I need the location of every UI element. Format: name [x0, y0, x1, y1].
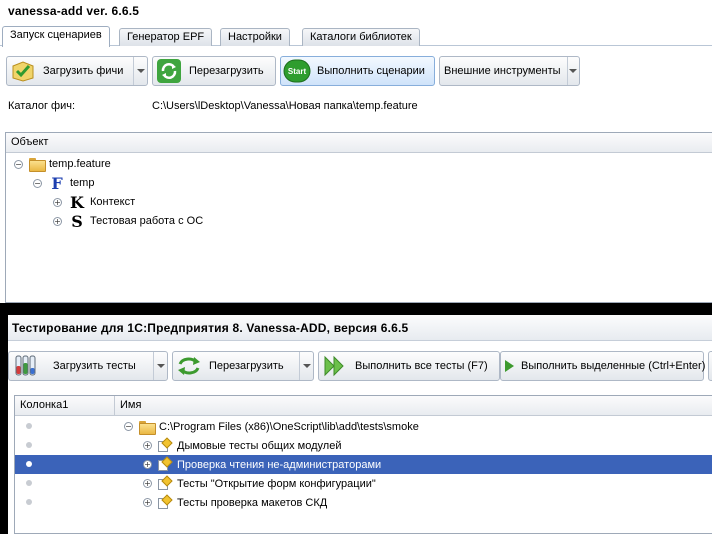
reload-tests-button[interactable]: Перезагрузить — [172, 351, 314, 381]
test-row-label: Дымовые тесты общих модулей — [177, 439, 342, 452]
run-selected-tests-button[interactable]: Выполнить выделенные (Ctrl+Enter) — [500, 351, 705, 381]
test-row-label: Проверка чтения не-администраторами — [177, 458, 382, 471]
tab-epf-generator[interactable]: Генератор EPF — [119, 28, 213, 46]
test-module-icon — [156, 436, 173, 454]
test-module-icon — [156, 474, 173, 492]
expand-icon[interactable]: + — [143, 441, 152, 450]
expand-icon[interactable]: + — [143, 498, 152, 507]
test-row[interactable]: + Тесты проверка макетов СКД — [15, 493, 712, 512]
load-features-dropdown[interactable] — [133, 57, 147, 85]
tree-node-label: temp — [70, 177, 95, 189]
status-dot — [26, 461, 32, 467]
main-toolbar: Загрузить фичи Перезагрузить Start Выпол… — [0, 56, 712, 92]
run-all-tests-label: Выполнить все тесты (F7) — [355, 360, 488, 372]
divider — [0, 303, 712, 311]
test-row-label: Тесты "Открытие форм конфигурации" — [177, 477, 376, 490]
feature-icon: F — [51, 173, 63, 193]
window-title: Тестирование для 1С:Предприятия 8. Vanes… — [8, 315, 712, 341]
toolbar-overflow-button[interactable] — [708, 351, 712, 381]
run-selected-tests-label: Выполнить выделенные (Ctrl+Enter) — [521, 360, 706, 372]
scenario-icon: S — [71, 211, 83, 231]
collapse-icon[interactable]: − — [14, 159, 23, 169]
expand-icon[interactable]: + — [143, 479, 152, 488]
tree-node-feature[interactable]: − F temp — [33, 173, 95, 193]
run-all-tests-button[interactable]: Выполнить все тесты (F7) — [318, 351, 500, 381]
test-row[interactable]: + Тесты "Открытие форм конфигурации" — [15, 474, 712, 493]
reload-tests-dropdown[interactable] — [299, 352, 313, 380]
test-row[interactable]: + Дымовые тесты общих модулей — [15, 436, 712, 455]
tab-settings[interactable]: Настройки — [220, 28, 290, 46]
tests-tree: Колонка1 Имя − C:\Program Files (x86)\On… — [14, 395, 712, 534]
tree-node-root[interactable]: − temp.feature — [14, 155, 111, 173]
tree-node-label: temp.feature — [49, 158, 111, 170]
column-header-object[interactable]: Объект — [6, 133, 712, 153]
column-header-name[interactable]: Имя — [115, 396, 146, 415]
collapse-icon[interactable]: − — [124, 422, 133, 431]
folder-icon — [28, 157, 46, 172]
column-header-kolonka1[interactable]: Колонка1 — [15, 396, 115, 415]
test-row-selected[interactable]: + Проверка чтения не-администраторами — [15, 455, 712, 474]
start-icon: Start — [283, 58, 311, 84]
load-features-label: Загрузить фичи — [43, 65, 124, 77]
test-module-icon — [156, 493, 173, 511]
feature-tree: Объект − temp.feature − F temp + K Конте… — [5, 132, 712, 303]
tree-node-context[interactable]: + K Контекст — [53, 192, 136, 212]
status-dot — [26, 442, 32, 448]
tree-node-root[interactable]: − C:\Program Files (x86)\OneScript\lib\a… — [15, 417, 712, 436]
expand-icon[interactable]: + — [143, 460, 152, 469]
reload-button[interactable]: Перезагрузить — [152, 56, 276, 86]
load-features-icon — [9, 58, 37, 84]
folder-icon — [138, 420, 156, 435]
collapse-icon[interactable]: − — [33, 178, 42, 188]
run-all-icon — [321, 353, 349, 379]
external-tools-button[interactable]: Внешние инструменты — [439, 56, 580, 86]
expand-icon[interactable]: + — [53, 216, 62, 226]
testing-toolbar: Загрузить тесты Перезагрузить Выполнить … — [8, 351, 712, 385]
chevron-down-icon — [136, 69, 145, 73]
tree-node-label: C:\Program Files (x86)\OneScript\lib\add… — [159, 420, 419, 433]
load-features-button[interactable]: Загрузить фичи — [6, 56, 148, 86]
vanessa-add-window: vanessa-add ver. 6.6.5 Запуск сценариев … — [0, 0, 712, 303]
testing-window: Тестирование для 1С:Предприятия 8. Vanes… — [8, 315, 712, 534]
run-scenarios-label: Выполнить сценарии — [317, 65, 425, 77]
tab-library-catalogs[interactable]: Каталоги библиотек — [302, 28, 420, 46]
test-row-label: Тесты проверка макетов СКД — [177, 496, 328, 509]
start-badge-text: Start — [288, 67, 307, 76]
load-tests-dropdown[interactable] — [153, 352, 167, 380]
tab-run-scenarios[interactable]: Запуск сценариев — [2, 26, 110, 47]
chevron-down-icon — [569, 69, 578, 73]
run-scenarios-button[interactable]: Start Выполнить сценарии — [280, 56, 435, 86]
tests-tree-header: Колонка1 Имя — [15, 396, 712, 416]
reload-tests-label: Перезагрузить — [209, 360, 284, 372]
tree-node-scenario[interactable]: + S Тестовая работа с ОС — [53, 211, 204, 231]
reload-label: Перезагрузить — [189, 65, 264, 77]
external-tools-label: Внешние инструменты — [444, 65, 561, 77]
tree-node-label: Тестовая работа с ОС — [90, 215, 204, 227]
load-tests-button[interactable]: Загрузить тесты — [8, 351, 168, 381]
reload-icon — [155, 58, 183, 84]
load-tests-label: Загрузить тесты — [53, 360, 136, 372]
status-dot — [26, 480, 32, 486]
expand-icon[interactable]: + — [53, 197, 62, 207]
test-module-icon — [156, 455, 173, 473]
catalog-label: Каталог фич: — [8, 100, 76, 112]
chevron-down-icon — [156, 364, 165, 368]
play-icon — [503, 353, 515, 379]
catalog-path[interactable]: C:\Users\lDesktop\Vanessa\Новая папка\te… — [152, 100, 418, 112]
test-tubes-icon — [11, 353, 39, 379]
chevron-down-icon — [302, 364, 311, 368]
tree-node-label: Контекст — [90, 196, 136, 208]
status-dot — [26, 423, 32, 429]
external-tools-dropdown[interactable] — [566, 57, 579, 85]
status-dot — [26, 499, 32, 505]
reload-arrows-icon — [175, 353, 203, 379]
context-icon: K — [70, 192, 84, 212]
tab-bar: Запуск сценариев Генератор EPF Настройки… — [0, 26, 712, 47]
window-title: vanessa-add ver. 6.6.5 — [0, 0, 712, 24]
